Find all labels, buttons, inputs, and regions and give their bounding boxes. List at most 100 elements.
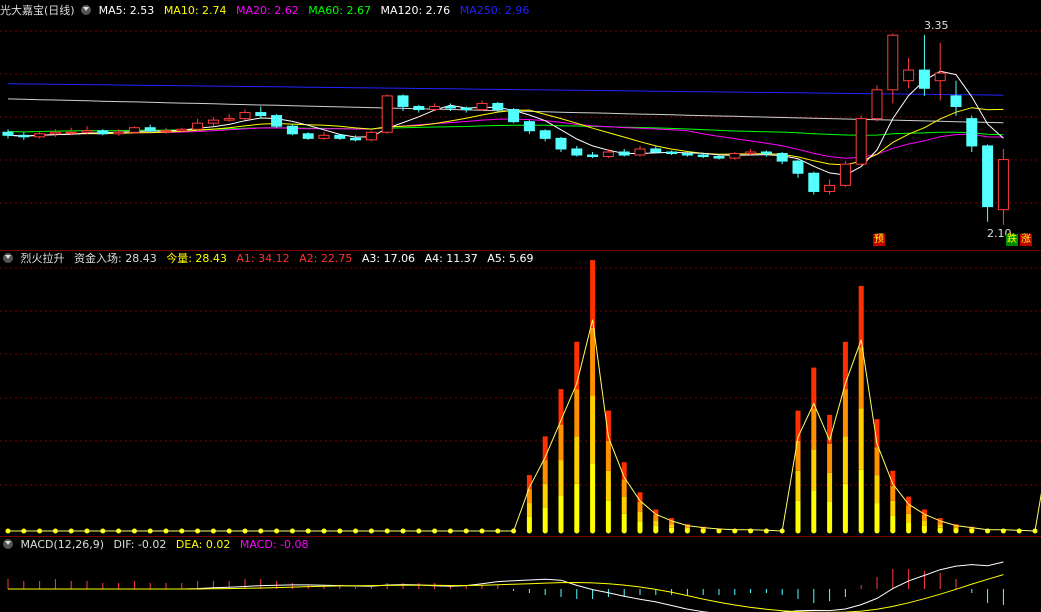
indicator-bar	[542, 507, 548, 531]
indicator-bar	[558, 495, 564, 531]
candle-body	[350, 137, 362, 141]
dea-value: DEA: 0.02	[175, 538, 231, 551]
candle-body	[697, 154, 709, 158]
ma120-value: MA120: 2.76	[380, 4, 451, 17]
indicator-dot	[526, 528, 532, 534]
indicator-bar	[937, 524, 943, 528]
indicator-dot	[953, 528, 959, 534]
indicator-dot	[621, 528, 627, 534]
dif-value: DIF: -0.02	[113, 538, 167, 551]
indicator-dot	[1016, 528, 1022, 534]
indicator-bar	[858, 469, 864, 531]
ma60-line	[7, 124, 1004, 136]
indicator-bar	[542, 460, 548, 484]
level-a2: A2: 22.75	[299, 252, 353, 265]
indicator-bar	[669, 524, 675, 528]
candle-body	[81, 130, 93, 133]
indicator-dot	[763, 528, 769, 534]
candle-body	[713, 156, 725, 159]
indicator-bar	[906, 505, 912, 514]
indicator-legend: 烈火拉升 资金入场: 28.43 今量: 28.43 A1: 34.12 A2:…	[0, 251, 540, 267]
indicator-bar	[874, 503, 880, 531]
candle-body	[903, 69, 915, 82]
candlestick-chart[interactable]	[0, 0, 1041, 250]
ma10-value: MA10: 2.74	[163, 4, 227, 17]
indicator-bar	[795, 500, 801, 531]
indicator-dot	[795, 528, 801, 534]
indicator-bar	[842, 389, 848, 437]
indicator-bar	[558, 460, 564, 496]
indicator-dot	[858, 528, 864, 534]
candle-body	[49, 131, 61, 135]
candle-body	[160, 130, 172, 133]
candle-body	[997, 159, 1009, 211]
candle-body	[334, 134, 346, 139]
indicator-bar	[637, 501, 643, 512]
candle-body	[634, 148, 646, 156]
indicator-dot	[669, 528, 675, 534]
macd-name: MACD(12,26,9)	[20, 538, 105, 551]
pre-tag: 预	[873, 234, 885, 246]
candle-body	[397, 95, 409, 107]
indicator-bar	[574, 389, 580, 437]
indicator-bar	[574, 436, 580, 484]
indicator-bar	[621, 513, 627, 531]
dropdown-icon[interactable]	[81, 5, 92, 15]
indicator-bar	[795, 470, 801, 501]
indicator-dot	[574, 528, 580, 534]
candle-body	[207, 119, 219, 124]
candle-body	[555, 137, 567, 150]
indicator-bar	[858, 347, 864, 409]
candle-body	[587, 154, 599, 158]
candle-body	[602, 151, 614, 158]
candle-body	[792, 160, 804, 174]
candle-body	[192, 122, 204, 130]
indicator-dot	[969, 528, 975, 534]
macd-legend: MACD(12,26,9) DIF: -0.02 DEA: 0.02 MACD:…	[0, 537, 315, 553]
indicator-dot	[542, 528, 548, 534]
candle-body	[460, 107, 472, 111]
indicator-chart[interactable]	[0, 251, 1041, 536]
candle-body	[729, 153, 741, 159]
down-tag: 跌	[1006, 234, 1018, 246]
indicator-bar	[574, 483, 580, 531]
candle-body	[255, 112, 267, 117]
candle-body	[681, 153, 693, 156]
level-a3: A3: 17.06	[361, 252, 416, 265]
indicator-bar	[921, 514, 927, 521]
ma5-value: MA5: 2.53	[98, 4, 155, 17]
dropdown-icon[interactable]	[3, 539, 13, 549]
indicator-bar	[605, 500, 611, 531]
candle-body	[476, 102, 488, 111]
indicator-bar	[653, 520, 659, 526]
macd-panel[interactable]: MACD(12,26,9) DIF: -0.02 DEA: 0.02 MACD:…	[0, 537, 1041, 612]
dropdown-icon[interactable]	[3, 253, 13, 263]
candle-body	[839, 163, 851, 186]
candle-body	[176, 128, 188, 132]
ma60-value: MA60: 2.67	[308, 4, 371, 17]
candle-body	[855, 118, 867, 165]
indicator-bar	[621, 496, 627, 514]
indicator-bar	[811, 449, 817, 491]
candle-body	[302, 133, 314, 139]
candle-body	[318, 134, 330, 139]
candle-body	[65, 131, 77, 134]
candle-body	[824, 184, 836, 192]
indicator-dot	[890, 528, 896, 534]
price-panel[interactable]: 光大嘉宝(日线) MA5: 2.53 MA10: 2.74 MA20: 2.62…	[0, 0, 1041, 250]
level-a5: A5: 5.69	[487, 252, 534, 265]
candle-body	[745, 151, 757, 155]
indicator-bar	[811, 367, 817, 409]
candle-body	[871, 89, 883, 120]
indicator-bar	[858, 408, 864, 470]
ma20-value: MA20: 2.62	[236, 4, 299, 17]
candle-body	[492, 102, 504, 111]
indicator-bar	[605, 440, 611, 471]
candle-body	[918, 69, 930, 89]
indicator-bar	[842, 436, 848, 484]
indicator-dot	[874, 528, 880, 534]
candle-body	[776, 153, 788, 162]
indicator-panel[interactable]: 烈火拉升 资金入场: 28.43 今量: 28.43 A1: 34.12 A2:…	[0, 251, 1041, 536]
indicator-bar	[906, 513, 912, 523]
candle-body	[982, 145, 994, 208]
